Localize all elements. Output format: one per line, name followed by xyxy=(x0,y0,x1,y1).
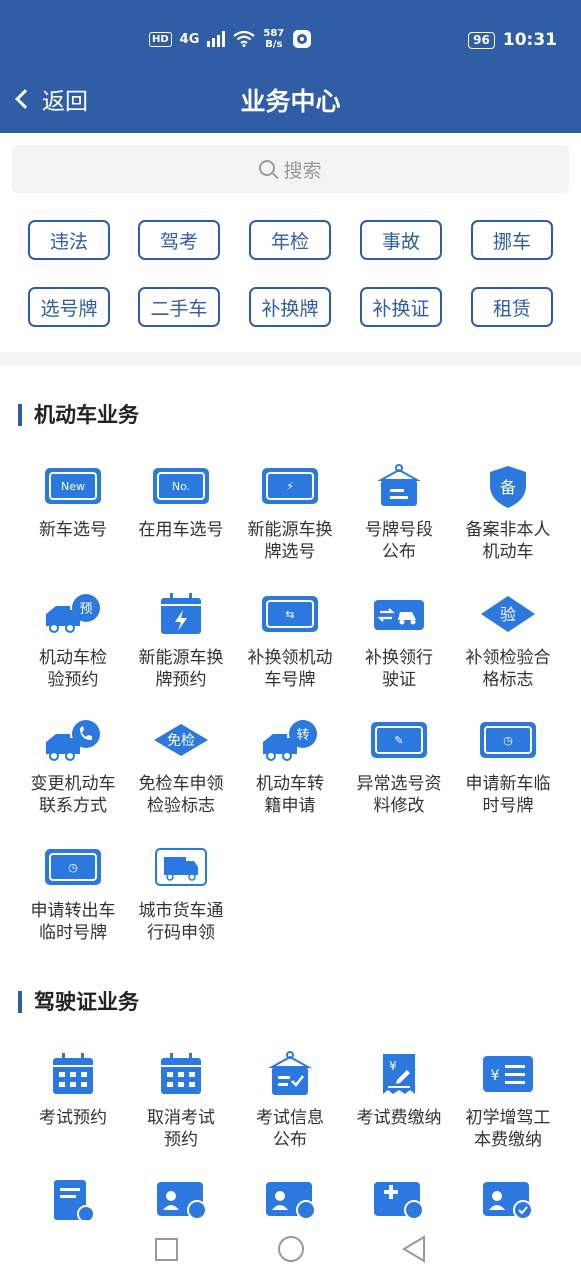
truck-reserve-icon: 预 xyxy=(46,594,100,633)
fee-receipt-icon: ¥ xyxy=(383,1054,415,1094)
service-plate-range-notice[interactable]: 号牌号段 公布 xyxy=(345,462,453,563)
service-learner-fee-payment[interactable]: ¥ 初学增驾工 本费缴纳 xyxy=(454,1050,562,1151)
ev-calendar-icon xyxy=(161,593,201,634)
no-plate-icon: No. xyxy=(153,468,209,504)
service-exam-reserve[interactable]: 考试预约 xyxy=(19,1050,127,1129)
tag-accident[interactable]: 事故 xyxy=(360,220,442,260)
status-bar: HD 4G 587 B/s 96 10:31 xyxy=(0,24,581,58)
calendar-cancel-icon xyxy=(161,1053,201,1094)
clock: 10:31 xyxy=(502,30,557,50)
tag-replace-license[interactable]: 补换证 xyxy=(360,287,442,327)
svg-text:¥: ¥ xyxy=(491,1068,500,1084)
temp-plate-out-icon: ◷ xyxy=(45,849,101,885)
recent-apps-button[interactable] xyxy=(155,1238,178,1261)
service-reissue-inspection-mark[interactable]: 验 补领检验合 格标志 xyxy=(454,590,562,691)
battery-icon: 96 xyxy=(468,31,495,49)
freight-truck-icon xyxy=(155,848,207,886)
tag-annual-inspection[interactable]: 年检 xyxy=(249,220,331,260)
app-notify-icon xyxy=(293,30,312,48)
swap-plate-icon: ⇆ xyxy=(262,596,318,632)
license-car-icon xyxy=(374,600,424,630)
service-record-non-owner[interactable]: 备 备案非本人 机动车 xyxy=(454,462,562,563)
service-vehicle-transfer[interactable]: 转 机动车转 籍申请 xyxy=(236,716,344,817)
service-cancel-exam-reserve[interactable]: 取消考试 预约 xyxy=(127,1050,235,1151)
shield-record-icon: 备 xyxy=(490,466,526,508)
wifi-icon xyxy=(233,31,256,47)
service-ev-plate-reserve[interactable]: 新能源车换 牌预约 xyxy=(127,590,235,691)
nav-bar: 返回 业务中心 xyxy=(0,76,581,124)
license-section-title: 驾驶证业务 xyxy=(18,991,139,1013)
tag-used-car[interactable]: 二手车 xyxy=(138,287,220,327)
exempt-diamond-icon: 免检 xyxy=(154,724,208,756)
svg-text:验: 验 xyxy=(500,605,516,624)
signal-icon xyxy=(207,31,226,47)
new-plate-icon: New xyxy=(45,468,101,504)
temp-plate-icon: ◷ xyxy=(480,722,536,758)
tag-replace-plate[interactable]: 补换牌 xyxy=(249,287,331,327)
search-icon xyxy=(259,159,276,176)
service-new-car-plate[interactable]: New 新车选号 xyxy=(19,462,127,541)
tag-violation[interactable]: 违法 xyxy=(28,220,110,260)
tag-driving-test[interactable]: 驾考 xyxy=(138,220,220,260)
service-replace-plate[interactable]: ⇆ 补换领机动 车号牌 xyxy=(236,590,344,691)
inspect-diamond-icon: 验 xyxy=(481,596,535,632)
truck-transfer-icon: 转 xyxy=(263,720,317,761)
service-exam-fee-payment[interactable]: ¥ 考试费缴纳 xyxy=(345,1050,453,1129)
license-clock-icon[interactable] xyxy=(264,1180,318,1220)
service-transfer-out-temp-plate[interactable]: ◷ 申请转出车 临时号牌 xyxy=(19,843,127,944)
service-abnormal-plate-edit[interactable]: ✎ 异常选号资 料修改 xyxy=(345,716,453,817)
license-check-icon[interactable] xyxy=(481,1180,535,1220)
service-ev-plate-select[interactable]: ⚡ 新能源车换 牌选号 xyxy=(236,462,344,563)
service-exam-info-notice[interactable]: 考试信息 公布 xyxy=(236,1050,344,1151)
tag-move-car[interactable]: 挪车 xyxy=(471,220,553,260)
fee-list-icon: ¥ xyxy=(483,1056,533,1092)
edit-plate-icon: ✎ xyxy=(371,722,427,758)
net-speed: 587 B/s xyxy=(263,28,285,50)
back-nav-button[interactable] xyxy=(402,1235,426,1263)
service-used-car-plate[interactable]: No. 在用车选号 xyxy=(127,462,235,541)
service-replace-driving-permit[interactable]: 补换领行 驶证 xyxy=(345,590,453,691)
service-inspection-reserve[interactable]: 预 机动车检 验预约 xyxy=(19,590,127,691)
notice-check-icon xyxy=(268,1051,312,1095)
vehicle-section-title: 机动车业务 xyxy=(18,404,139,426)
service-new-car-temp-plate[interactable]: ◷ 申请新车临 时号牌 xyxy=(454,716,562,817)
license-refresh-icon[interactable] xyxy=(155,1180,209,1220)
section-divider xyxy=(0,352,581,366)
truck-phone-icon xyxy=(46,720,100,761)
network-label: 4G xyxy=(179,31,200,47)
calendar-icon xyxy=(53,1053,93,1094)
svg-text:¥: ¥ xyxy=(389,1059,397,1073)
search-placeholder: 搜索 xyxy=(283,159,322,182)
ev-plate-icon: ⚡ xyxy=(262,468,318,504)
service-exempt-inspection-mark[interactable]: 免检 免检车申领 检验标志 xyxy=(127,716,235,817)
svg-text:预: 预 xyxy=(79,602,92,617)
svg-text:备: 备 xyxy=(500,478,516,497)
service-freight-pass[interactable]: 城市货车通 行码申领 xyxy=(127,843,235,944)
svg-text:免检: 免检 xyxy=(167,733,195,749)
page-title: 业务中心 xyxy=(240,87,341,116)
service-change-contact[interactable]: 变更机动车 联系方式 xyxy=(19,716,127,817)
search-input[interactable]: 搜索 xyxy=(12,145,569,193)
notice-board-icon xyxy=(377,464,421,506)
home-button[interactable] xyxy=(278,1236,304,1262)
system-nav-bar xyxy=(0,1222,581,1280)
tag-rental[interactable]: 租赁 xyxy=(471,287,553,327)
hd-icon: HD xyxy=(149,31,172,47)
document-user-icon[interactable] xyxy=(52,1180,96,1220)
tag-select-plate[interactable]: 选号牌 xyxy=(28,287,110,327)
medical-clock-icon[interactable] xyxy=(372,1180,426,1220)
svg-text:转: 转 xyxy=(296,728,309,743)
app-header: HD 4G 587 B/s 96 10:31 返回 业务中心 xyxy=(0,0,581,133)
